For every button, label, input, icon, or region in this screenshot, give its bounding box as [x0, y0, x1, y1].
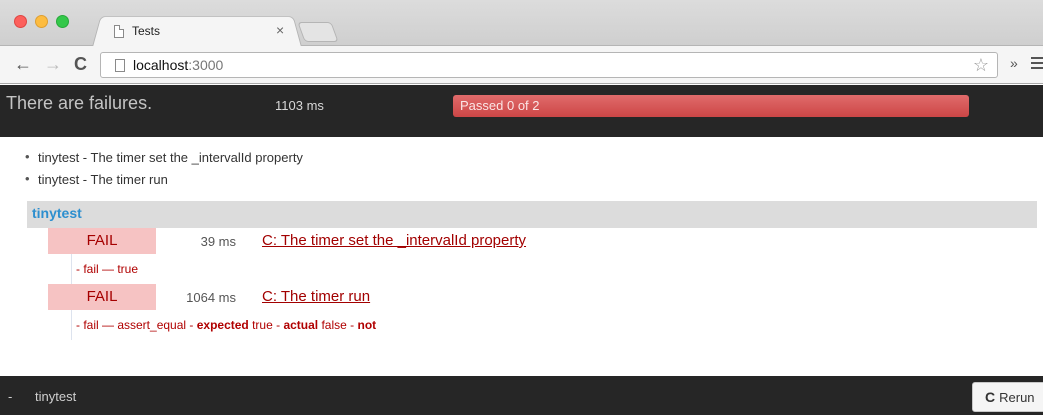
url-text[interactable]: localhost:3000 [133, 57, 223, 73]
failure-detail: - fail — true [76, 262, 139, 276]
rerun-button[interactable]: C Rerun [972, 382, 1043, 412]
test-duration: 39 ms [200, 234, 236, 249]
test-row: FAIL 1064 ms C: The timer run [48, 284, 948, 310]
browser-toolbar: ← → C localhost:3000 ☆ [0, 46, 1043, 84]
zoom-window-button[interactable] [56, 15, 69, 28]
new-tab-button[interactable] [297, 22, 339, 42]
group-title[interactable]: tinytest [32, 205, 82, 221]
extensions-overflow-icon[interactable]: » [1010, 55, 1018, 71]
test-group-header: tinytest [27, 201, 1037, 228]
rerun-icon: C [985, 389, 996, 405]
list-item: tinytest - The timer set the _intervalId… [24, 149, 303, 172]
progress-bar: Passed 0 of 2 [453, 95, 969, 117]
tab-close-icon[interactable]: × [276, 23, 284, 37]
tab-strip: Tests × [0, 0, 1043, 47]
test-link[interactable]: C: The timer run [262, 288, 370, 305]
address-bar[interactable]: localhost:3000 ☆ [100, 52, 998, 78]
bookmark-star-icon[interactable]: ☆ [973, 55, 989, 76]
tab-title: Tests [132, 24, 161, 38]
back-arrow-icon[interactable]: ← [14, 54, 32, 74]
test-row: FAIL 39 ms C: The timer set the _interva… [48, 228, 948, 254]
forward-arrow-icon[interactable]: → [44, 54, 62, 74]
tab-tests-content[interactable]: Tests [100, 16, 300, 46]
menu-icon[interactable] [1031, 57, 1043, 72]
page-icon [114, 24, 124, 38]
footer-label: tinytest [35, 389, 77, 404]
close-window-button[interactable] [14, 15, 27, 28]
failure-summary-list: tinytest - The timer set the _intervalId… [24, 149, 303, 194]
total-duration: 1103 ms [275, 98, 324, 113]
minimize-window-button[interactable] [35, 15, 48, 28]
test-link[interactable]: C: The timer set the _intervalId propert… [262, 232, 526, 249]
report-footer: - tinytest C Rerun [0, 376, 1043, 415]
page-icon [115, 58, 125, 72]
test-duration: 1064 ms [186, 290, 236, 305]
reload-icon[interactable]: C [74, 54, 87, 74]
progress-label: Passed 0 of 2 [460, 98, 540, 113]
report-header: There are failures. 1103 ms Passed 0 of … [0, 85, 1043, 137]
failure-status: There are failures. [6, 93, 153, 113]
list-item: tinytest - The timer run [24, 171, 303, 194]
failure-detail: - fail — assert_equal - expected true - … [76, 318, 377, 332]
footer-dash: - [8, 389, 13, 404]
